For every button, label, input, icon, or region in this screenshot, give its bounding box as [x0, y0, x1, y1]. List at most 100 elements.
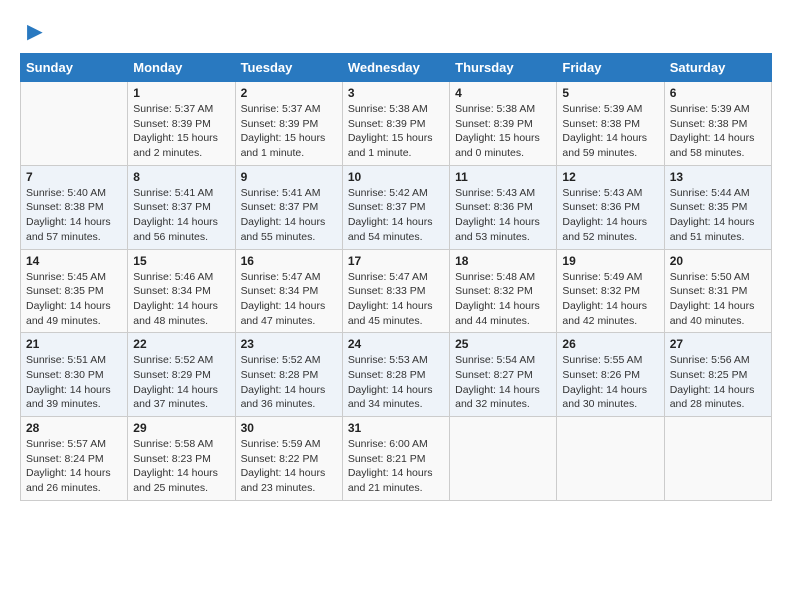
calendar-week-row: 28 Sunrise: 5:57 AMSunset: 8:24 PMDayligh… [21, 417, 772, 501]
logo: ► [20, 20, 48, 43]
day-number: 14 [26, 254, 122, 268]
header-friday: Friday [557, 54, 664, 82]
calendar-cell: 2Sunrise: 5:37 AMSunset: 8:39 PMDaylight… [235, 82, 342, 166]
calendar-cell: 27 Sunrise: 5:56 AMSunset: 8:25 PMDayligh… [664, 333, 771, 417]
day-info: Sunrise: 5:59 AMSunset: 8:22 PMDaylight:… [241, 437, 337, 496]
day-info: Sunrise: 5:56 AMSunset: 8:25 PMDaylight:… [670, 353, 766, 412]
calendar-cell [21, 82, 128, 166]
header-monday: Monday [128, 54, 235, 82]
calendar-cell: 24 Sunrise: 5:53 AMSunset: 8:28 PMDayligh… [342, 333, 449, 417]
day-number: 20 [670, 254, 766, 268]
day-number: 31 [348, 421, 444, 435]
day-number: 10 [348, 170, 444, 184]
header-tuesday: Tuesday [235, 54, 342, 82]
day-number: 27 [670, 337, 766, 351]
day-info: Sunrise: 5:50 AMSunset: 8:31 PMDaylight:… [670, 270, 766, 329]
day-number: 30 [241, 421, 337, 435]
day-info: Sunrise: 5:47 AMSunset: 8:34 PMDaylight:… [241, 270, 337, 329]
day-info: Sunrise: 5:58 AMSunset: 8:23 PMDaylight:… [133, 437, 229, 496]
calendar-cell: 20 Sunrise: 5:50 AMSunset: 8:31 PMDayligh… [664, 249, 771, 333]
calendar-cell [450, 417, 557, 501]
calendar-cell: 30 Sunrise: 5:59 AMSunset: 8:22 PMDayligh… [235, 417, 342, 501]
calendar-cell: 8 Sunrise: 5:41 AMSunset: 8:37 PMDaylight… [128, 165, 235, 249]
day-info: Sunrise: 5:37 AMSunset: 8:39 PMDaylight:… [133, 102, 229, 161]
day-info: Sunrise: 5:39 AMSunset: 8:38 PMDaylight:… [670, 102, 766, 161]
day-info: Sunrise: 5:41 AMSunset: 8:37 PMDaylight:… [133, 186, 229, 245]
calendar-cell: 16 Sunrise: 5:47 AMSunset: 8:34 PMDayligh… [235, 249, 342, 333]
day-number: 26 [562, 337, 658, 351]
day-number: 22 [133, 337, 229, 351]
calendar-cell: 28 Sunrise: 5:57 AMSunset: 8:24 PMDayligh… [21, 417, 128, 501]
day-info: Sunrise: 6:00 AMSunset: 8:21 PMDaylight:… [348, 437, 444, 496]
calendar-header-row: SundayMondayTuesdayWednesdayThursdayFrid… [21, 54, 772, 82]
day-info: Sunrise: 5:52 AMSunset: 8:28 PMDaylight:… [241, 353, 337, 412]
calendar-cell: 12 Sunrise: 5:43 AMSunset: 8:36 PMDayligh… [557, 165, 664, 249]
calendar-cell: 31 Sunrise: 6:00 AMSunset: 8:21 PMDayligh… [342, 417, 449, 501]
day-number: 24 [348, 337, 444, 351]
calendar-cell: 7 Sunrise: 5:40 AMSunset: 8:38 PMDaylight… [21, 165, 128, 249]
calendar-cell: 22Sunrise: 5:52 AMSunset: 8:29 PMDayligh… [128, 333, 235, 417]
calendar-cell: 17 Sunrise: 5:47 AMSunset: 8:33 PMDayligh… [342, 249, 449, 333]
day-number: 9 [241, 170, 337, 184]
day-number: 3 [348, 86, 444, 100]
day-info: Sunrise: 5:55 AMSunset: 8:26 PMDaylight:… [562, 353, 658, 412]
day-number: 18 [455, 254, 551, 268]
day-number: 16 [241, 254, 337, 268]
day-info: Sunrise: 5:57 AMSunset: 8:24 PMDaylight:… [26, 437, 122, 496]
day-number: 17 [348, 254, 444, 268]
calendar-cell: 26 Sunrise: 5:55 AMSunset: 8:26 PMDayligh… [557, 333, 664, 417]
calendar-cell: 23Sunrise: 5:52 AMSunset: 8:28 PMDayligh… [235, 333, 342, 417]
calendar-week-row: 21Sunrise: 5:51 AMSunset: 8:30 PMDayligh… [21, 333, 772, 417]
calendar-cell: 11Sunrise: 5:43 AMSunset: 8:36 PMDayligh… [450, 165, 557, 249]
calendar-cell: 9 Sunrise: 5:41 AMSunset: 8:37 PMDaylight… [235, 165, 342, 249]
day-number: 25 [455, 337, 551, 351]
day-info: Sunrise: 5:51 AMSunset: 8:30 PMDaylight:… [26, 353, 122, 412]
calendar-cell: 19 Sunrise: 5:49 AMSunset: 8:32 PMDayligh… [557, 249, 664, 333]
day-info: Sunrise: 5:37 AMSunset: 8:39 PMDaylight:… [241, 102, 337, 161]
header-wednesday: Wednesday [342, 54, 449, 82]
header-sunday: Sunday [21, 54, 128, 82]
day-info: Sunrise: 5:49 AMSunset: 8:32 PMDaylight:… [562, 270, 658, 329]
calendar-week-row: 14 Sunrise: 5:45 AMSunset: 8:35 PMDayligh… [21, 249, 772, 333]
day-info: Sunrise: 5:40 AMSunset: 8:38 PMDaylight:… [26, 186, 122, 245]
day-number: 15 [133, 254, 229, 268]
day-info: Sunrise: 5:39 AMSunset: 8:38 PMDaylight:… [562, 102, 658, 161]
day-info: Sunrise: 5:41 AMSunset: 8:37 PMDaylight:… [241, 186, 337, 245]
calendar-cell: 3 Sunrise: 5:38 AMSunset: 8:39 PMDaylight… [342, 82, 449, 166]
day-number: 28 [26, 421, 122, 435]
calendar-cell: 4Sunrise: 5:38 AMSunset: 8:39 PMDaylight… [450, 82, 557, 166]
day-info: Sunrise: 5:45 AMSunset: 8:35 PMDaylight:… [26, 270, 122, 329]
day-number: 29 [133, 421, 229, 435]
calendar-cell: 25Sunrise: 5:54 AMSunset: 8:27 PMDayligh… [450, 333, 557, 417]
day-number: 6 [670, 86, 766, 100]
day-number: 19 [562, 254, 658, 268]
day-number: 8 [133, 170, 229, 184]
day-number: 13 [670, 170, 766, 184]
calendar-cell [664, 417, 771, 501]
day-info: Sunrise: 5:38 AMSunset: 8:39 PMDaylight:… [455, 102, 551, 161]
day-info: Sunrise: 5:43 AMSunset: 8:36 PMDaylight:… [562, 186, 658, 245]
calendar-cell: 15Sunrise: 5:46 AMSunset: 8:34 PMDayligh… [128, 249, 235, 333]
day-info: Sunrise: 5:42 AMSunset: 8:37 PMDaylight:… [348, 186, 444, 245]
header-thursday: Thursday [450, 54, 557, 82]
calendar-cell: 18 Sunrise: 5:48 AMSunset: 8:32 PMDayligh… [450, 249, 557, 333]
day-info: Sunrise: 5:44 AMSunset: 8:35 PMDaylight:… [670, 186, 766, 245]
day-number: 11 [455, 170, 551, 184]
calendar-week-row: 7 Sunrise: 5:40 AMSunset: 8:38 PMDaylight… [21, 165, 772, 249]
day-number: 1 [133, 86, 229, 100]
day-number: 7 [26, 170, 122, 184]
day-info: Sunrise: 5:47 AMSunset: 8:33 PMDaylight:… [348, 270, 444, 329]
calendar-cell: 14 Sunrise: 5:45 AMSunset: 8:35 PMDayligh… [21, 249, 128, 333]
calendar-cell: 6 Sunrise: 5:39 AMSunset: 8:38 PMDaylight… [664, 82, 771, 166]
day-info: Sunrise: 5:38 AMSunset: 8:39 PMDaylight:… [348, 102, 444, 161]
calendar-week-row: 1 Sunrise: 5:37 AMSunset: 8:39 PMDaylight… [21, 82, 772, 166]
day-number: 5 [562, 86, 658, 100]
day-info: Sunrise: 5:53 AMSunset: 8:28 PMDaylight:… [348, 353, 444, 412]
day-number: 12 [562, 170, 658, 184]
header-saturday: Saturday [664, 54, 771, 82]
calendar-cell [557, 417, 664, 501]
page-header: ► [20, 20, 772, 43]
day-info: Sunrise: 5:48 AMSunset: 8:32 PMDaylight:… [455, 270, 551, 329]
calendar-cell: 10 Sunrise: 5:42 AMSunset: 8:37 PMDayligh… [342, 165, 449, 249]
calendar-cell: 1 Sunrise: 5:37 AMSunset: 8:39 PMDaylight… [128, 82, 235, 166]
